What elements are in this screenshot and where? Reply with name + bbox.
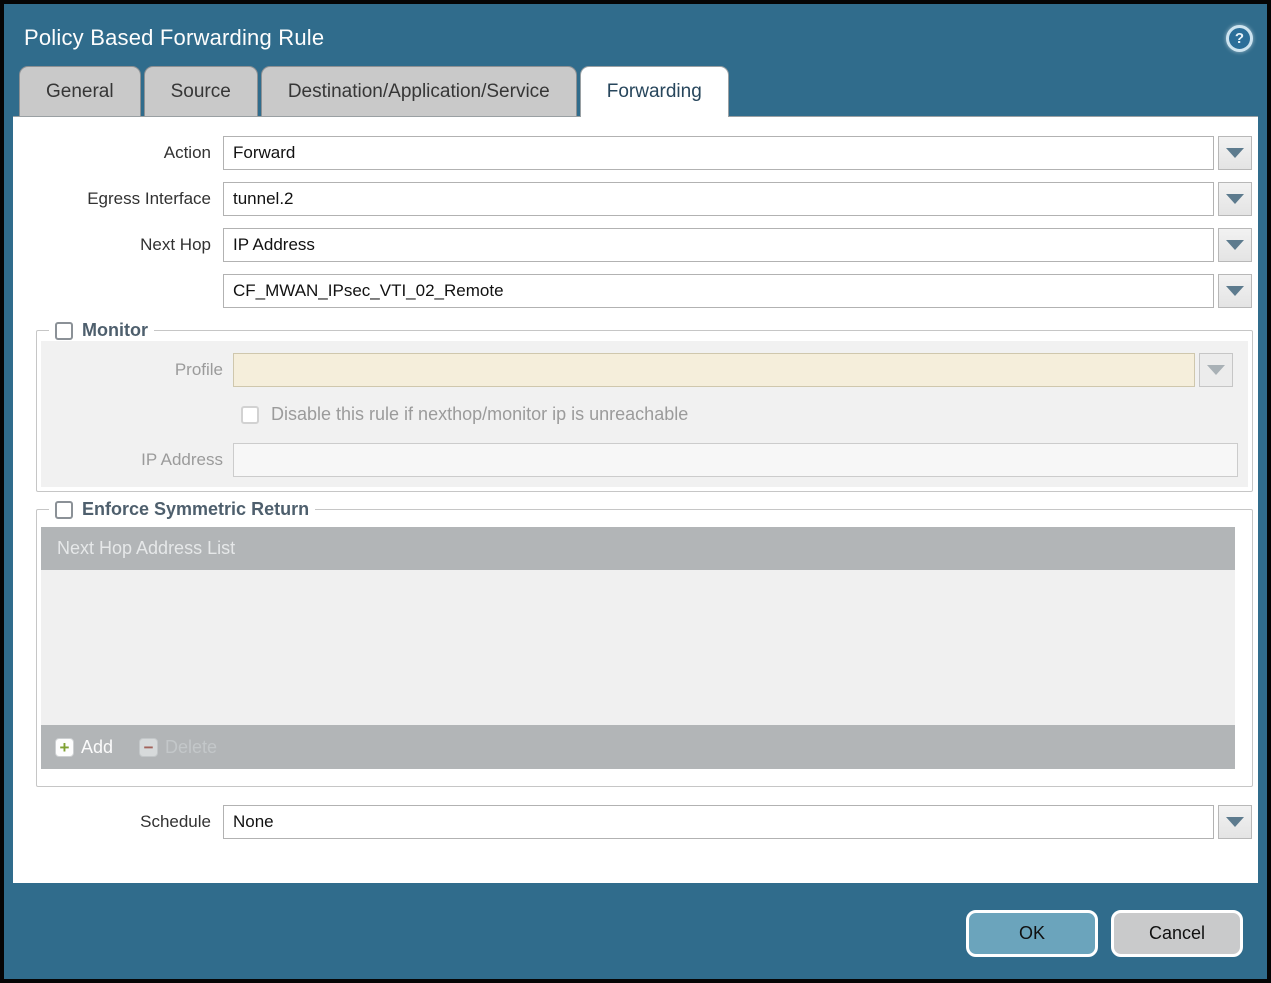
next-hop-type-select[interactable]: IP Address <box>223 228 1214 262</box>
profile-row: Profile <box>41 353 1248 387</box>
chevron-down-icon <box>1226 148 1244 158</box>
action-select[interactable]: Forward <box>223 136 1214 170</box>
monitor-fieldset: Monitor Profile Disable this rule if nex… <box>36 320 1253 492</box>
ok-button[interactable]: OK <box>966 910 1098 957</box>
cancel-button[interactable]: Cancel <box>1111 910 1243 957</box>
title-bar: Policy Based Forwarding Rule ? <box>4 4 1267 66</box>
chevron-down-icon <box>1226 194 1244 204</box>
next-hop-row: Next Hop IP Address <box>13 228 1258 262</box>
schedule-row: Schedule None <box>13 805 1258 839</box>
action-dropdown-button[interactable] <box>1218 136 1252 170</box>
tab-source[interactable]: Source <box>144 66 258 116</box>
profile-label: Profile <box>41 360 233 380</box>
chevron-down-icon <box>1226 286 1244 296</box>
delete-button: − Delete <box>139 737 217 758</box>
next-hop-address-list-toolbar: + Add − Delete <box>41 725 1235 769</box>
dialog-footer: OK Cancel <box>4 883 1267 957</box>
egress-interface-label: Egress Interface <box>13 189 223 209</box>
next-hop-address-row: CF_MWAN_IPsec_VTI_02_Remote <box>13 274 1258 308</box>
enforce-symmetric-return-checkbox[interactable] <box>55 501 73 519</box>
monitor-checkbox[interactable] <box>55 322 73 340</box>
tab-bar: General Source Destination/Application/S… <box>4 66 1267 116</box>
chevron-down-icon <box>1226 817 1244 827</box>
next-hop-address-list-header: Next Hop Address List <box>41 527 1235 570</box>
help-icon[interactable]: ? <box>1226 25 1253 52</box>
profile-dropdown-button <box>1199 353 1233 387</box>
enforce-symmetric-return-legend-label: Enforce Symmetric Return <box>82 499 309 520</box>
dialog-title: Policy Based Forwarding Rule <box>24 25 324 51</box>
tab-destination-application-service[interactable]: Destination/Application/Service <box>261 66 577 116</box>
monitor-ip-address-input <box>233 443 1238 477</box>
next-hop-label: Next Hop <box>13 235 223 255</box>
monitor-legend-label: Monitor <box>82 320 148 341</box>
next-hop-address-select[interactable]: CF_MWAN_IPsec_VTI_02_Remote <box>223 274 1214 308</box>
monitor-ip-address-row: IP Address <box>41 443 1248 477</box>
egress-interface-dropdown-button[interactable] <box>1218 182 1252 216</box>
action-label: Action <box>13 143 223 163</box>
next-hop-type-dropdown-button[interactable] <box>1218 228 1252 262</box>
tab-forwarding[interactable]: Forwarding <box>580 66 729 117</box>
delete-icon: − <box>139 738 158 757</box>
egress-interface-row: Egress Interface tunnel.2 <box>13 182 1258 216</box>
monitor-panel: Profile Disable this rule if nexthop/mon… <box>41 341 1248 487</box>
schedule-dropdown-button[interactable] <box>1218 805 1252 839</box>
forwarding-tab-panel: Action Forward Egress Interface tunnel.2… <box>13 116 1258 883</box>
monitor-legend: Monitor <box>49 320 154 341</box>
profile-select <box>233 353 1195 387</box>
add-button[interactable]: + Add <box>55 737 113 758</box>
disable-rule-label: Disable this rule if nexthop/monitor ip … <box>271 404 688 425</box>
add-icon: + <box>55 738 74 757</box>
monitor-ip-address-label: IP Address <box>41 450 233 470</box>
action-row: Action Forward <box>13 136 1258 170</box>
next-hop-address-list: Next Hop Address List + Add − Delete <box>41 527 1235 769</box>
tab-general[interactable]: General <box>19 66 141 116</box>
chevron-down-icon <box>1207 365 1225 375</box>
disable-rule-row: Disable this rule if nexthop/monitor ip … <box>41 404 1248 425</box>
enforce-symmetric-return-legend: Enforce Symmetric Return <box>49 499 315 520</box>
chevron-down-icon <box>1226 240 1244 250</box>
next-hop-address-dropdown-button[interactable] <box>1218 274 1252 308</box>
schedule-select[interactable]: None <box>223 805 1214 839</box>
policy-based-forwarding-rule-dialog: Policy Based Forwarding Rule ? General S… <box>0 0 1271 983</box>
enforce-symmetric-return-fieldset: Enforce Symmetric Return Next Hop Addres… <box>36 499 1253 787</box>
next-hop-address-list-body[interactable] <box>41 570 1235 725</box>
disable-rule-checkbox <box>241 406 259 424</box>
delete-button-label: Delete <box>165 737 217 758</box>
schedule-label: Schedule <box>13 812 223 832</box>
egress-interface-select[interactable]: tunnel.2 <box>223 182 1214 216</box>
add-button-label: Add <box>81 737 113 758</box>
